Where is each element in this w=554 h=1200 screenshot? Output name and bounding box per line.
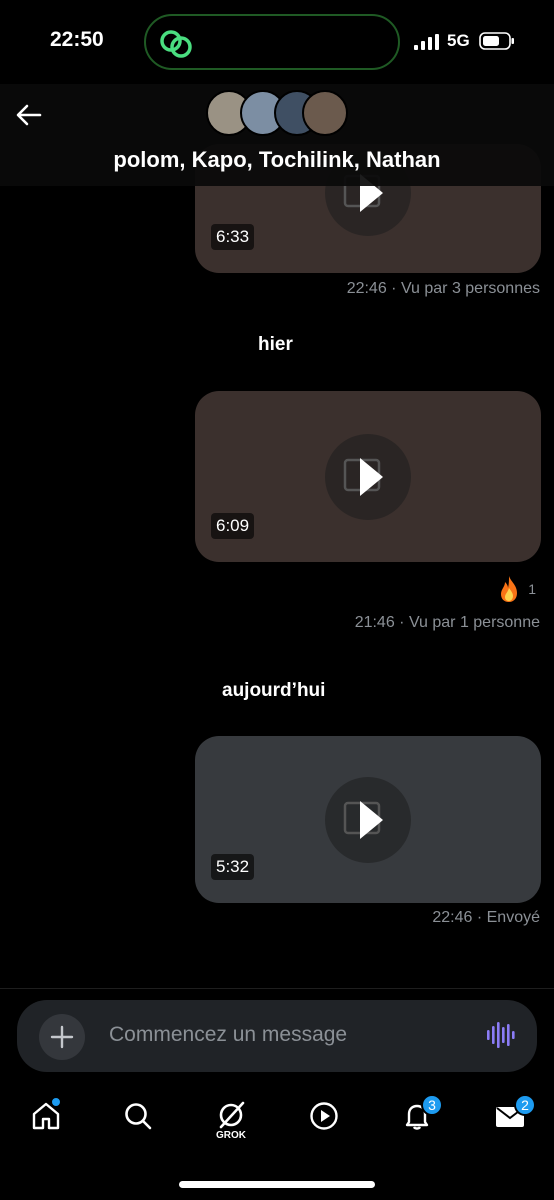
video-message[interactable]: 6:09	[195, 391, 541, 562]
tab-notifications[interactable]: 3	[391, 1094, 443, 1148]
notifications-badge: 3	[421, 1094, 443, 1116]
video-message[interactable]: 5:32	[195, 736, 541, 903]
video-duration: 6:33	[211, 224, 255, 250]
arrow-left-icon[interactable]	[14, 100, 44, 130]
tab-messages[interactable]: 2	[484, 1094, 536, 1148]
conversation-title[interactable]: polom, Kapo, Tochilink, Nathan	[0, 147, 554, 173]
fire-icon	[501, 576, 518, 602]
composer-bar	[0, 988, 554, 1084]
grok-icon	[219, 1101, 245, 1129]
voice-message-icon[interactable]	[485, 1020, 515, 1050]
play-icon	[343, 800, 383, 839]
dynamic-island[interactable]	[144, 14, 400, 70]
day-separator: hier	[258, 334, 293, 355]
messages-badge: 2	[514, 1094, 536, 1116]
tab-video[interactable]	[298, 1098, 350, 1148]
reaction-count: 1	[528, 581, 536, 597]
link-activity-icon	[160, 30, 192, 58]
avatar	[302, 90, 348, 136]
message-composer	[17, 1000, 537, 1072]
message-input[interactable]	[109, 1020, 459, 1050]
video-duration: 6:09	[211, 513, 255, 539]
cellular-signal-icon	[414, 34, 439, 50]
play-button[interactable]	[325, 433, 411, 520]
message-thread[interactable]: 6:33 22:46 · Vu par 3 personnes hier 6:0…	[0, 84, 554, 988]
play-button[interactable]	[325, 776, 411, 863]
message-meta: 21:46 · Vu par 1 personne	[354, 614, 540, 631]
video-icon	[310, 1102, 338, 1130]
day-separator: aujourd’hui	[222, 680, 326, 701]
message-meta: 22:46 · Vu par 3 personnes	[346, 280, 540, 297]
group-avatars[interactable]	[206, 90, 356, 138]
message-meta: 22:46 · Envoyé	[432, 909, 540, 926]
bottom-tab-bar: GROK 3 2	[0, 1084, 554, 1200]
grok-label: GROK	[216, 1130, 246, 1141]
network-type: 5G	[447, 31, 470, 50]
status-time: 22:50	[50, 28, 104, 51]
play-icon	[343, 457, 383, 496]
status-bar: 22:50 5G	[0, 0, 554, 84]
add-attachment-button[interactable]	[39, 1014, 85, 1060]
home-unread-dot	[51, 1097, 61, 1107]
home-indicator[interactable]	[179, 1181, 375, 1188]
video-duration: 5:32	[211, 854, 255, 880]
plus-icon	[50, 1025, 74, 1049]
conversation-header: polom, Kapo, Tochilink, Nathan	[0, 84, 554, 186]
tab-search[interactable]	[112, 1098, 164, 1148]
reaction[interactable]: 1	[496, 574, 536, 604]
battery-icon	[479, 32, 514, 50]
search-icon	[125, 1103, 152, 1130]
tab-home[interactable]	[20, 1097, 72, 1148]
tab-grok[interactable]: GROK	[205, 1098, 257, 1148]
